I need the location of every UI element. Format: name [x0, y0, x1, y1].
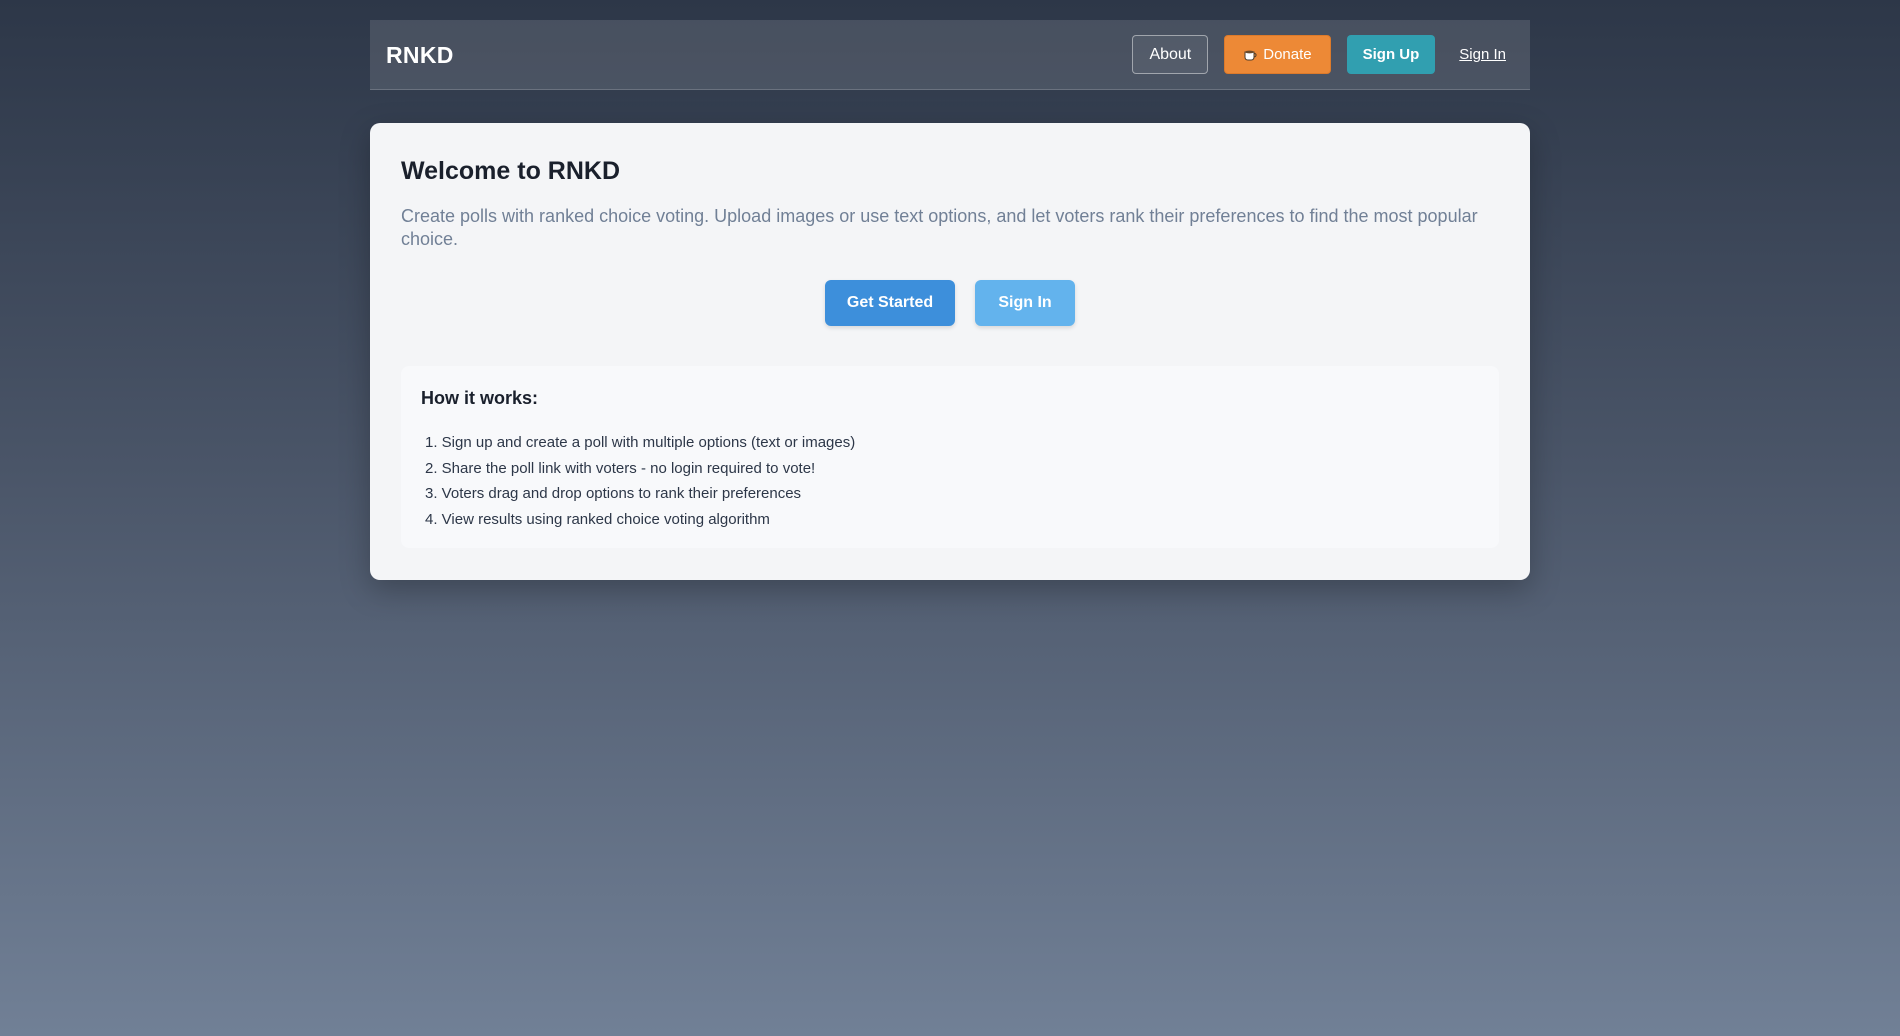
nav-actions: About Donate Sign Up Sign In — [1132, 35, 1506, 74]
page-title: Welcome to RNKD — [401, 157, 621, 185]
list-item: 1. Sign up and create a poll with multip… — [425, 434, 856, 451]
cta-buttons: Get Started Sign In — [370, 280, 1530, 326]
list-item: 3. Voters drag and drop options to rank … — [425, 485, 802, 502]
about-button[interactable]: About — [1132, 35, 1209, 74]
coffee-cup-icon — [1243, 48, 1257, 62]
sign-up-button[interactable]: Sign Up — [1346, 35, 1436, 74]
intro-text: Create polls with ranked choice voting. … — [401, 206, 1478, 249]
how-it-works-title: How it works: — [421, 388, 539, 408]
sign-in-link[interactable]: Sign In — [1451, 46, 1506, 63]
how-it-works-panel: How it works: 1. Sign up and create a po… — [401, 366, 1499, 548]
list-item: 4. View results using ranked choice voti… — [425, 510, 770, 528]
top-navbar: RNKD About Donate Sign Up Sign In — [370, 20, 1530, 90]
list-item: 2. Share the poll link with voters - no … — [425, 459, 816, 477]
sign-in-button[interactable]: Sign In — [975, 280, 1075, 326]
donate-label: Donate — [1263, 46, 1312, 63]
brand-logo[interactable]: RNKD — [386, 20, 454, 90]
get-started-button[interactable]: Get Started — [825, 280, 955, 326]
welcome-card: Welcome to RNKD Create polls with ranked… — [370, 123, 1530, 580]
steps-list: 1. Sign up and create a poll with multip… — [421, 430, 855, 532]
donate-button[interactable]: Donate — [1224, 35, 1331, 74]
